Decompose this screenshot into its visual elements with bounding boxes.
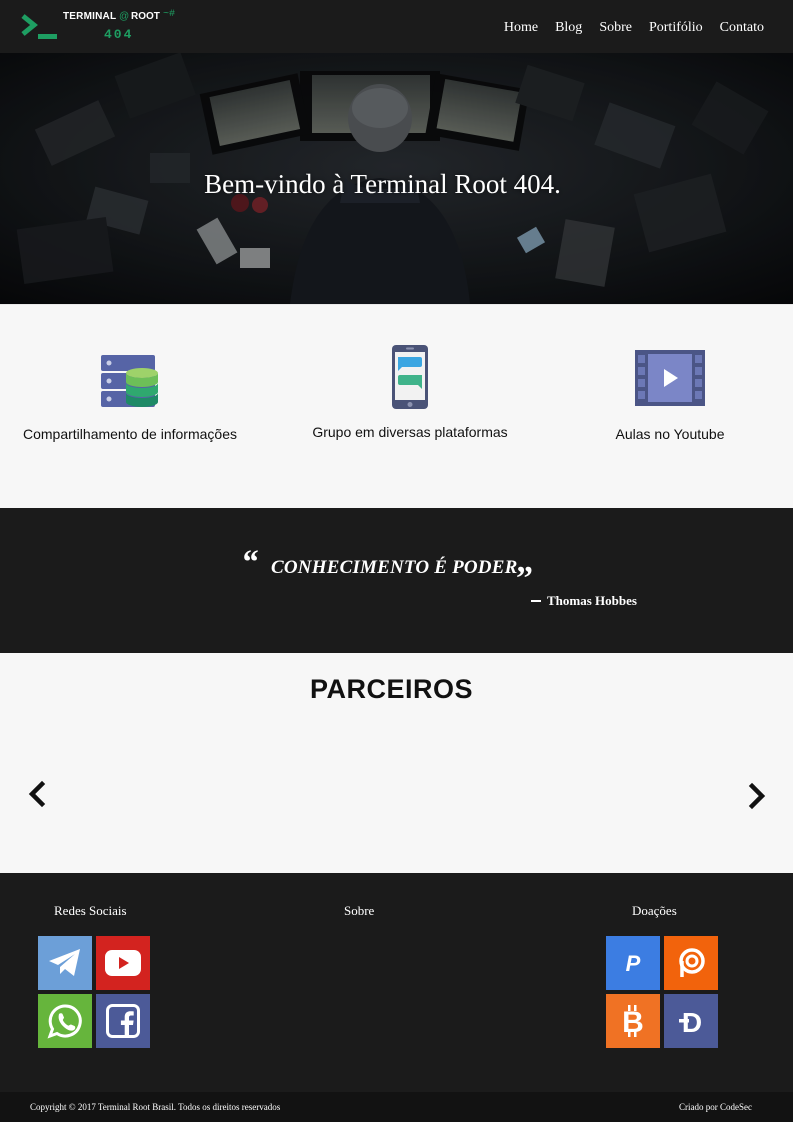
nav-contato[interactable]: Contato: [720, 20, 764, 36]
youtube-button[interactable]: [96, 936, 150, 990]
brand-number: 404: [104, 27, 134, 42]
feature-youtube: Aulas no Youtube: [583, 350, 757, 442]
feature-groups: Grupo em diversas plataformas: [305, 345, 515, 440]
quote-section: “ CONHECIMENTO É PODER ” Thomas Hobbes: [0, 508, 793, 653]
terminal-logo-icon[interactable]: [21, 14, 57, 40]
svg-text:B: B: [622, 1006, 644, 1038]
bitcoin-icon: B: [622, 1005, 644, 1038]
telegram-button[interactable]: [38, 936, 92, 990]
feature-sharing: Compartilhamento de informações: [22, 355, 238, 442]
nav-sobre[interactable]: Sobre: [599, 20, 632, 36]
chevron-right-icon[interactable]: [747, 782, 769, 810]
whatsapp-icon: [47, 1004, 82, 1039]
quote-close-mark: ”: [516, 560, 533, 597]
feature-label-groups: Grupo em diversas plataformas: [312, 424, 508, 440]
quote-text: CONHECIMENTO É PODER: [271, 557, 518, 578]
brand-prompt: ~#: [163, 9, 176, 20]
quote-author: Thomas Hobbes: [531, 593, 637, 609]
nav-home[interactable]: Home: [504, 20, 538, 36]
partners-section: PARCEIROS: [0, 653, 793, 873]
paypal-icon: P: [626, 951, 641, 976]
quote-author-name: Thomas Hobbes: [547, 593, 637, 608]
telegram-icon: [49, 949, 80, 976]
phone-chat-icon: [392, 345, 428, 409]
brand-root: ROOT: [131, 11, 160, 22]
whatsapp-button[interactable]: [38, 994, 92, 1048]
patreon-button[interactable]: [664, 936, 718, 990]
hero-title: Bem-vindo à Terminal Root 404.: [204, 169, 561, 199]
feature-label-sharing: Compartilhamento de informações: [23, 426, 237, 442]
chevron-left-icon[interactable]: [25, 780, 47, 808]
bottom-bar: Copyright © 2017 Terminal Root Brasil. T…: [0, 1092, 793, 1122]
brand-title: TERMINAL: [63, 11, 117, 22]
quote-open-mark: “: [241, 544, 258, 581]
youtube-icon: [105, 950, 141, 976]
about-heading: Sobre: [344, 903, 375, 918]
donations-heading: Doações: [632, 903, 677, 918]
svg-text:P: P: [626, 951, 641, 976]
nav-blog[interactable]: Blog: [555, 20, 582, 36]
credit-text: Criado por CodeSec: [679, 1102, 752, 1112]
dash-coin-button[interactable]: D: [664, 994, 718, 1048]
database-server-icon: [101, 355, 158, 407]
top-navbar: TERMINAL @ ROOT ~# 404 Home Blog Sobre P…: [0, 0, 793, 53]
video-play-icon: [635, 350, 705, 406]
partners-title: PARCEIROS: [309, 674, 474, 704]
brand-at: @: [119, 11, 130, 22]
social-heading: Redes Sociais: [54, 903, 127, 918]
features-section: Compartilhamento de informações Grupo em…: [0, 304, 793, 508]
paypal-button[interactable]: P: [606, 936, 660, 990]
hero-banner: Bem-vindo à Terminal Root 404.: [0, 53, 793, 304]
nav-portifolio[interactable]: Portifólio: [649, 20, 703, 36]
quote-dash: [531, 599, 541, 602]
facebook-icon: [106, 1004, 140, 1038]
patreon-icon: [679, 948, 705, 977]
feature-label-youtube: Aulas no Youtube: [615, 426, 725, 442]
facebook-button[interactable]: [96, 994, 150, 1048]
main-nav: Home Blog Sobre Portifólio Contato: [504, 20, 764, 36]
footer: Redes Sociais Sobre Doações P B D: [0, 873, 793, 1092]
bitcoin-button[interactable]: B: [606, 994, 660, 1048]
copyright-text: Copyright © 2017 Terminal Root Brasil. T…: [30, 1102, 281, 1112]
dash-coin-icon: D: [679, 1007, 702, 1038]
